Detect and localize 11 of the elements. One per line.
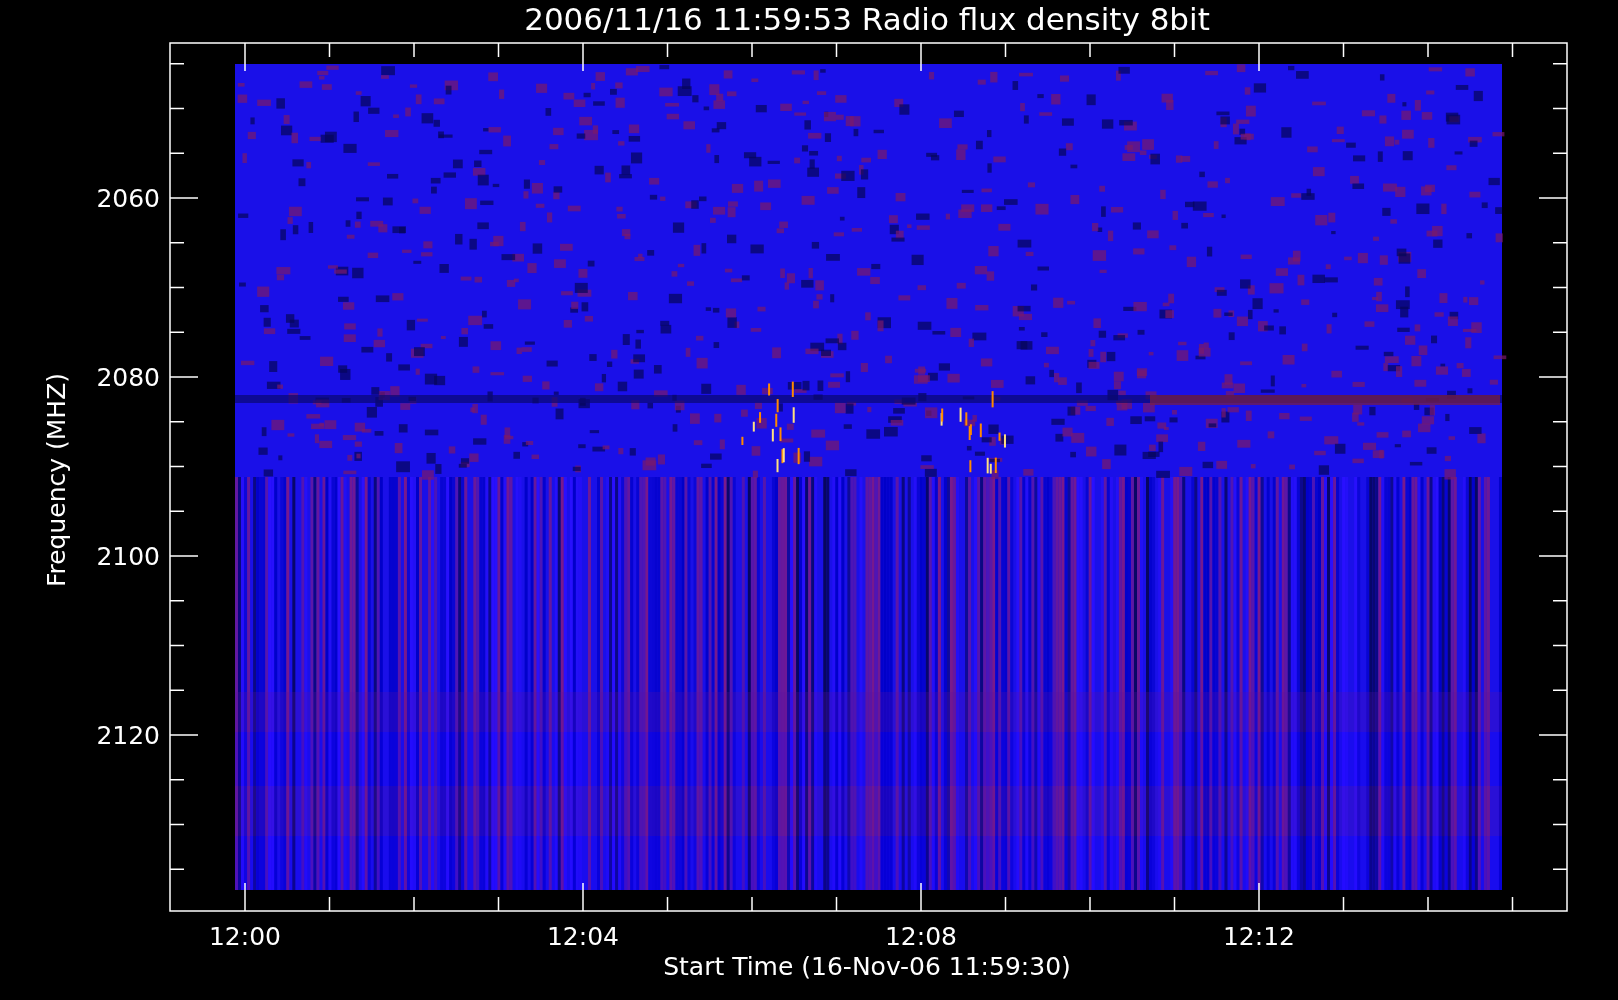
x-tick-label: 12:04: [547, 922, 619, 951]
x-axis-label: Start Time (16-Nov-06 11:59:30): [663, 952, 1071, 981]
y-tick-label: 2120: [96, 721, 160, 750]
y-tick-label: 2100: [96, 542, 160, 571]
y-tick-label: 2060: [96, 184, 160, 213]
x-tick-label: 12:08: [885, 922, 957, 951]
x-tick-label: 12:12: [1223, 922, 1295, 951]
y-tick-label: 2080: [96, 363, 160, 392]
y-axis-label: Frequency (MHZ): [42, 372, 71, 588]
x-tick-label: 12:00: [209, 922, 281, 951]
plot-title: 2006/11/16 11:59:53 Radio flux density 8bit: [524, 1, 1210, 37]
